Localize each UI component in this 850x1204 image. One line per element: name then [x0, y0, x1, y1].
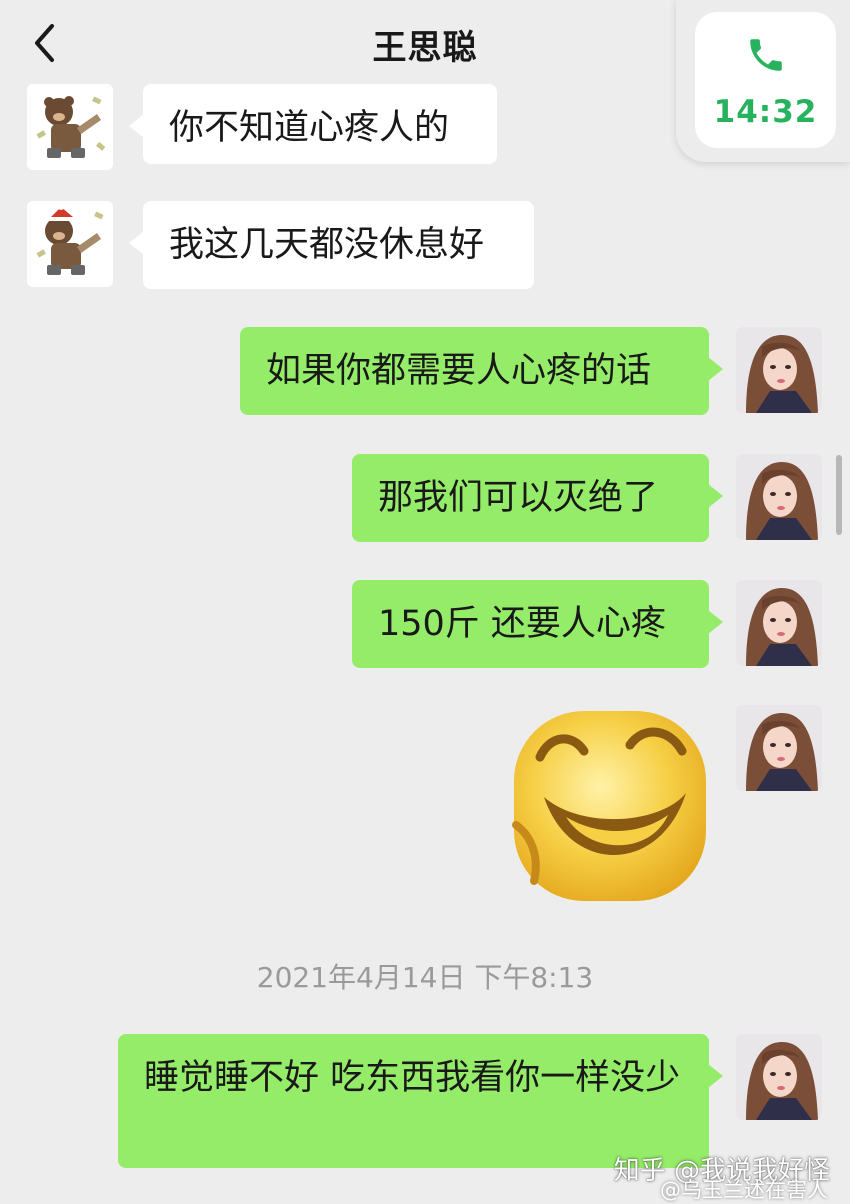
self-avatar[interactable]	[736, 1034, 822, 1120]
contact-avatar[interactable]	[27, 201, 113, 287]
girl-avatar-icon	[736, 580, 822, 666]
chat-timestamp: 2021年4月14日 下午8:13	[256, 961, 594, 994]
call-widget-button[interactable]: 14:32	[695, 12, 836, 148]
laughing-emoji-icon	[512, 711, 706, 901]
bear-avatar-icon	[27, 201, 113, 287]
call-widget[interactable]: 14:32	[676, 0, 850, 162]
message-text: 睡觉睡不好 吃东西我看你一样没少	[144, 1058, 681, 1098]
chat-scrollbar[interactable]	[836, 455, 842, 535]
contact-avatar[interactable]	[27, 84, 113, 170]
girl-avatar-icon	[736, 1034, 822, 1120]
girl-avatar-icon	[736, 705, 822, 791]
self-avatar[interactable]	[736, 580, 822, 666]
laughing-emoji-sticker[interactable]	[510, 705, 710, 905]
girl-avatar-icon	[736, 327, 822, 413]
message-bubble-outgoing[interactable]: 睡觉睡不好 吃东西我看你一样没少	[118, 1034, 723, 1168]
self-avatar[interactable]	[736, 454, 822, 540]
message-text: 你不知道心疼人的	[169, 108, 450, 148]
self-avatar[interactable]	[736, 705, 822, 791]
bear-avatar-icon	[27, 84, 113, 170]
message-bubble-incoming[interactable]: 你不知道心疼人的	[129, 84, 497, 164]
message-bubble-outgoing[interactable]: 如果你都需要人心疼的话	[240, 327, 723, 415]
call-duration: 14:32	[713, 94, 818, 130]
self-avatar[interactable]	[736, 327, 822, 413]
message-bubble-outgoing[interactable]: 那我们可以灭绝了	[352, 454, 723, 542]
message-text: 如果你都需要人心疼的话	[266, 351, 652, 391]
message-bubble-outgoing[interactable]: 150斤 还要人心疼	[352, 580, 723, 668]
girl-avatar-icon	[736, 454, 822, 540]
phone-icon	[750, 39, 782, 71]
message-text: 那我们可以灭绝了	[378, 478, 659, 518]
message-bubble-incoming[interactable]: 我这几天都没休息好	[129, 201, 534, 289]
message-text: 150斤 还要人心疼	[378, 604, 666, 644]
message-text: 我这几天都没休息好	[169, 225, 485, 265]
